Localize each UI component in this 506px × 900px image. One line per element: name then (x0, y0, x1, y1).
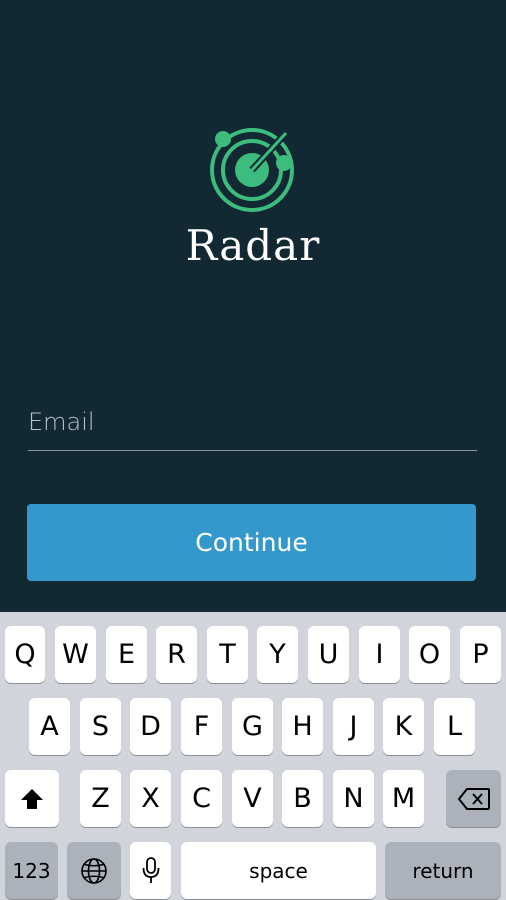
key-d[interactable]: D (130, 698, 171, 755)
shift-icon (21, 788, 43, 809)
key-f[interactable]: F (181, 698, 222, 755)
globe-key[interactable] (67, 842, 121, 899)
key-z[interactable]: Z (80, 770, 121, 827)
key-e[interactable]: E (106, 626, 147, 683)
key-p[interactable]: P (460, 626, 501, 683)
key-o[interactable]: O (409, 626, 450, 683)
email-field-container (28, 400, 477, 451)
delete-icon (457, 787, 490, 810)
delete-key[interactable] (446, 770, 501, 827)
radar-logo-icon (210, 128, 294, 212)
continue-button[interactable]: Continue (27, 504, 476, 581)
key-b[interactable]: B (282, 770, 323, 827)
shift-key[interactable] (5, 770, 59, 827)
app-name: Radar (185, 221, 321, 270)
numbers-key[interactable]: 123 (5, 842, 58, 899)
key-u[interactable]: U (308, 626, 349, 683)
key-v[interactable]: V (232, 770, 273, 827)
on-screen-keyboard: Q W E R T Y U I O P A S D F G H J K L Z … (0, 612, 506, 900)
key-y[interactable]: Y (257, 626, 298, 683)
globe-icon (81, 857, 107, 884)
key-a[interactable]: A (29, 698, 70, 755)
key-n[interactable]: N (333, 770, 374, 827)
microphone-key[interactable] (130, 842, 171, 899)
key-g[interactable]: G (232, 698, 273, 755)
space-key[interactable]: space (181, 842, 376, 899)
key-m[interactable]: M (383, 770, 424, 827)
key-w[interactable]: W (55, 626, 96, 683)
return-key[interactable]: return (385, 842, 501, 899)
key-x[interactable]: X (130, 770, 171, 827)
key-l[interactable]: L (434, 698, 475, 755)
microphone-icon (142, 856, 159, 883)
key-q[interactable]: Q (5, 626, 45, 683)
key-k[interactable]: K (383, 698, 424, 755)
key-h[interactable]: H (282, 698, 323, 755)
key-s[interactable]: S (80, 698, 121, 755)
key-r[interactable]: R (156, 626, 197, 683)
key-j[interactable]: J (333, 698, 374, 755)
key-c[interactable]: C (181, 770, 222, 827)
key-t[interactable]: T (207, 626, 248, 683)
login-screen: Radar Continue (0, 0, 506, 612)
email-field[interactable] (28, 400, 477, 444)
key-i[interactable]: I (359, 626, 400, 683)
